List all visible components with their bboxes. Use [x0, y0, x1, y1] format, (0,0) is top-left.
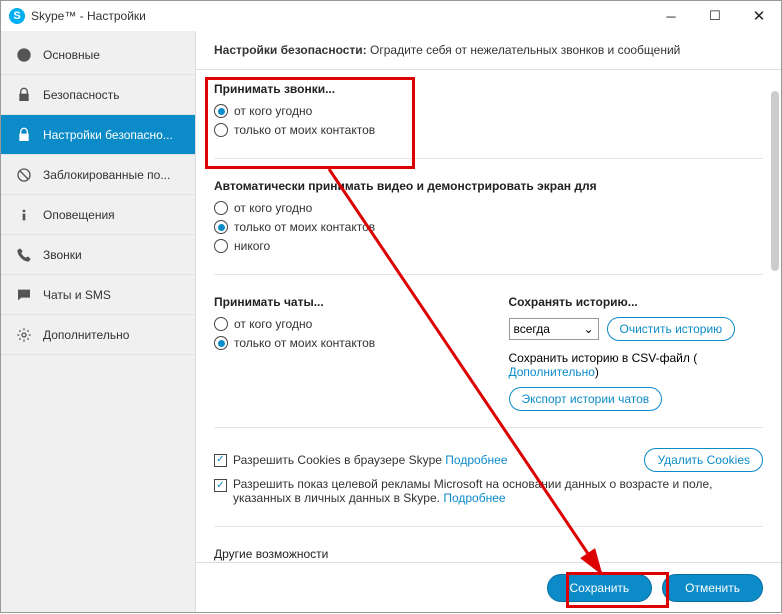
radio-icon	[214, 336, 228, 350]
video-nobody-row[interactable]: никого	[214, 239, 763, 253]
calls-anyone-row[interactable]: от кого угодно	[214, 104, 763, 118]
radio-icon	[214, 317, 228, 331]
sidebar-item-blocked[interactable]: Заблокированные по...	[1, 155, 195, 195]
window-title: Skype™ - Настройки	[31, 9, 649, 23]
footer: Сохранить Отменить	[196, 562, 781, 612]
sidebar-item-calls[interactable]: Звонки	[1, 235, 195, 275]
chats-title: Принимать чаты...	[214, 295, 469, 309]
cookies-more-link[interactable]: Подробнее	[445, 453, 507, 467]
content-header: Настройки безопасности: Оградите себя от…	[196, 31, 781, 70]
other-heading: Другие возможности	[214, 547, 763, 561]
sidebar: Основные Безопасность Настройки безопасн…	[1, 31, 196, 612]
close-button[interactable]: ✕	[737, 1, 781, 31]
select-value: всегда	[514, 322, 550, 336]
sidebar-label: Звонки	[43, 248, 82, 262]
cancel-button[interactable]: Отменить	[662, 574, 763, 602]
other-group: Другие возможности ? Дополнительная инфо…	[214, 547, 763, 562]
lock-icon	[15, 126, 33, 144]
history-title: Сохранять историю...	[509, 295, 764, 309]
radio-icon	[214, 220, 228, 234]
header-bold: Настройки безопасности:	[214, 43, 367, 57]
sidebar-item-privacy[interactable]: Безопасность	[1, 75, 195, 115]
chats-col: Принимать чаты... от кого угодно только …	[214, 295, 469, 411]
checkbox-icon	[214, 454, 227, 467]
skype-icon	[15, 46, 33, 64]
chat-icon	[15, 286, 33, 304]
radio-icon	[214, 239, 228, 253]
calls-contacts-row[interactable]: только от моих контактов	[214, 123, 763, 137]
radio-icon	[214, 201, 228, 215]
radio-icon	[214, 104, 228, 118]
calls-group: Принимать звонки... от кого угодно тольк…	[214, 82, 763, 159]
sidebar-label: Заблокированные по...	[43, 168, 170, 182]
sidebar-label: Основные	[43, 48, 100, 62]
csv-close: )	[595, 365, 599, 379]
sidebar-label: Настройки безопасно...	[43, 128, 173, 142]
blocked-icon	[15, 166, 33, 184]
sidebar-label: Оповещения	[43, 208, 115, 222]
history-select[interactable]: всегда ⌄	[509, 318, 599, 340]
allow-cookies-row[interactable]: Разрешить Cookies в браузере Skype Подро…	[214, 453, 644, 467]
content: Настройки безопасности: Оградите себя от…	[196, 31, 781, 612]
video-group: Автоматически принимать видео и демонстр…	[214, 179, 763, 275]
clear-history-button[interactable]: Очистить историю	[607, 317, 736, 341]
chevron-down-icon: ⌄	[583, 322, 593, 336]
sidebar-item-privacy-settings[interactable]: Настройки безопасно...	[1, 115, 195, 155]
delete-cookies-button[interactable]: Удалить Cookies	[644, 448, 763, 472]
chats-anyone-row[interactable]: от кого угодно	[214, 317, 469, 331]
scrollbar[interactable]	[771, 91, 779, 271]
export-chats-button[interactable]: Экспорт истории чатов	[509, 387, 663, 411]
phone-icon	[15, 246, 33, 264]
radio-label: только от моих контактов	[234, 123, 375, 137]
csv-text: Сохранить историю в CSV-файл (	[509, 351, 698, 365]
allow-ads-row[interactable]: Разрешить показ целевой рекламы Microsof…	[214, 477, 763, 505]
radio-label: никого	[234, 239, 270, 253]
sidebar-label: Чаты и SMS	[43, 288, 111, 302]
sidebar-label: Дополнительно	[43, 328, 129, 342]
save-button[interactable]: Сохранить	[547, 574, 653, 602]
titlebar: S Skype™ - Настройки ─ ☐ ✕	[1, 1, 781, 31]
history-col: Сохранять историю... всегда ⌄ Очистить и…	[509, 295, 764, 411]
sidebar-item-chats[interactable]: Чаты и SMS	[1, 275, 195, 315]
content-body: Принимать звонки... от кого угодно тольк…	[196, 70, 781, 562]
video-contacts-row[interactable]: только от моих контактов	[214, 220, 763, 234]
chats-history-group: Принимать чаты... от кого угодно только …	[214, 295, 763, 428]
ads-more-link[interactable]: Подробнее	[443, 491, 505, 505]
radio-icon	[214, 123, 228, 137]
skype-logo-icon: S	[9, 8, 25, 24]
video-anyone-row[interactable]: от кого угодно	[214, 201, 763, 215]
cookies-group: Разрешить Cookies в браузере Skype Подро…	[214, 448, 763, 527]
chats-contacts-row[interactable]: только от моих контактов	[214, 336, 469, 350]
sidebar-label: Безопасность	[43, 88, 120, 102]
radio-label: от кого угодно	[234, 104, 312, 118]
maximize-button[interactable]: ☐	[693, 1, 737, 31]
radio-label: от кого угодно	[234, 317, 312, 331]
checkbox-icon	[214, 479, 227, 492]
radio-label: от кого угодно	[234, 201, 312, 215]
info-icon	[15, 206, 33, 224]
gear-icon	[15, 326, 33, 344]
csv-advanced-link[interactable]: Дополнительно	[509, 365, 595, 379]
cookies-text: Разрешить Cookies в браузере Skype	[233, 453, 445, 467]
radio-label: только от моих контактов	[234, 336, 375, 350]
sidebar-item-general[interactable]: Основные	[1, 35, 195, 75]
minimize-button[interactable]: ─	[649, 1, 693, 31]
lock-icon	[15, 86, 33, 104]
calls-title: Принимать звонки...	[214, 82, 763, 96]
sidebar-item-advanced[interactable]: Дополнительно	[1, 315, 195, 355]
radio-label: только от моих контактов	[234, 220, 375, 234]
video-title: Автоматически принимать видео и демонстр…	[214, 179, 763, 193]
header-rest: Оградите себя от нежелательных звонков и…	[367, 43, 681, 57]
sidebar-item-notifications[interactable]: Оповещения	[1, 195, 195, 235]
